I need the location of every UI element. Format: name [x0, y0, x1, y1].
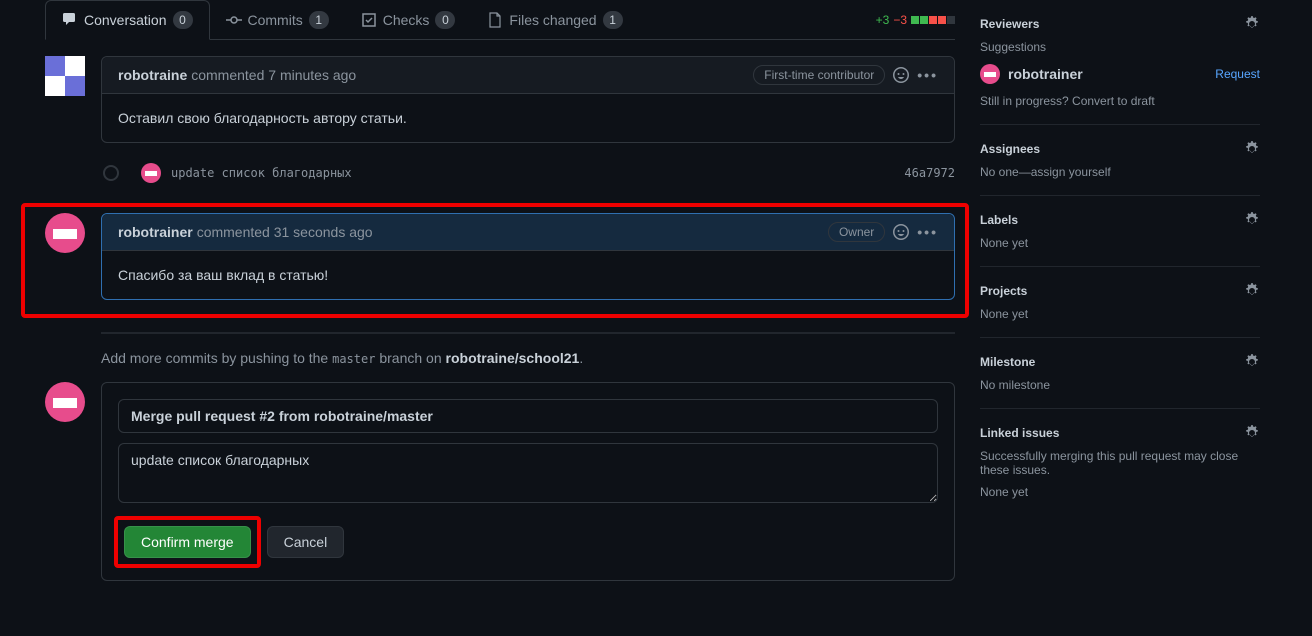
- commit-dot-icon: [103, 165, 119, 181]
- tab-label: Checks: [383, 12, 430, 28]
- avatar[interactable]: [45, 56, 85, 96]
- diff-additions: +3: [876, 13, 890, 27]
- sidebar-assignees: Assignees No one—assign yourself: [980, 125, 1260, 196]
- comment-body: Спасибо за ваш вклад в статью!: [102, 251, 954, 299]
- kebab-icon[interactable]: •••: [917, 224, 938, 240]
- commit-message[interactable]: update список благодарных: [171, 166, 894, 180]
- sidebar-milestone: Milestone No milestone: [980, 338, 1260, 409]
- sidebar-text: None yet: [980, 485, 1260, 499]
- request-review-link[interactable]: Request: [1215, 67, 1260, 81]
- sidebar-text: Successfully merging this pull request m…: [980, 449, 1260, 477]
- gear-icon[interactable]: [1244, 354, 1260, 370]
- sidebar-text: None yet: [980, 236, 1260, 250]
- comment-item: robotraine commented 7 minutes ago First…: [45, 56, 955, 143]
- avatar[interactable]: [45, 213, 85, 253]
- tab-conversation[interactable]: Conversation 0: [45, 0, 210, 40]
- emoji-icon[interactable]: [893, 67, 909, 83]
- sidebar-section-title: Reviewers: [980, 17, 1039, 31]
- sidebar-section-title: Assignees: [980, 142, 1040, 156]
- check-icon: [361, 12, 377, 28]
- comment-meta: commented 31 seconds ago: [197, 224, 373, 240]
- tab-counter: 1: [603, 11, 623, 29]
- sidebar-reviewers: Reviewers Suggestions robotrainer Reques…: [980, 0, 1260, 125]
- avatar[interactable]: [980, 64, 1000, 84]
- emoji-icon[interactable]: [893, 224, 909, 240]
- file-icon: [487, 12, 503, 28]
- avatar[interactable]: [45, 382, 85, 422]
- comment-author[interactable]: robotrainer: [118, 224, 193, 240]
- sidebar-section-title: Milestone: [980, 355, 1035, 369]
- gear-icon[interactable]: [1244, 141, 1260, 157]
- reviewer-name[interactable]: robotrainer: [1008, 66, 1083, 82]
- commit-sha[interactable]: 46a7972: [904, 166, 955, 180]
- sidebar-text: None yet: [980, 307, 1260, 321]
- confirm-merge-button[interactable]: Confirm merge: [124, 526, 251, 558]
- tab-counter: 1: [309, 11, 329, 29]
- commit-item: update список благодарных 46a7972: [103, 163, 955, 183]
- merge-title-input[interactable]: [118, 399, 938, 433]
- sidebar-projects: Projects None yet: [980, 267, 1260, 338]
- comment-item: robotrainer commented 31 seconds ago Own…: [45, 213, 955, 300]
- pr-tabs: Conversation 0 Commits 1 Checks 0 Files …: [45, 0, 955, 40]
- comment-body: Оставил свою благодарность автору статьи…: [102, 94, 954, 142]
- tab-files[interactable]: Files changed 1: [471, 1, 638, 39]
- conversation-icon: [62, 12, 78, 28]
- assign-yourself-link[interactable]: No one—assign yourself: [980, 165, 1260, 179]
- gear-icon[interactable]: [1244, 212, 1260, 228]
- merge-form: Confirm merge Cancel: [45, 382, 955, 581]
- cancel-button[interactable]: Cancel: [267, 526, 345, 558]
- sidebar-section-title: Linked issues: [980, 426, 1059, 440]
- sidebar-section-title: Projects: [980, 284, 1027, 298]
- diff-stat: +3 −3: [876, 13, 955, 27]
- diff-blocks: [911, 16, 955, 24]
- gear-icon[interactable]: [1244, 425, 1260, 441]
- tab-commits[interactable]: Commits 1: [210, 1, 345, 39]
- diff-deletions: −3: [893, 13, 907, 27]
- owner-badge: Owner: [828, 222, 885, 242]
- suggestions-label: Suggestions: [980, 40, 1260, 54]
- merge-desc-textarea[interactable]: [118, 443, 938, 503]
- tab-label: Commits: [248, 12, 303, 28]
- convert-draft-link[interactable]: Still in progress? Convert to draft: [980, 94, 1260, 108]
- tab-label: Files changed: [509, 12, 596, 28]
- tab-label: Conversation: [84, 12, 167, 28]
- gear-icon[interactable]: [1244, 283, 1260, 299]
- tab-counter: 0: [435, 11, 455, 29]
- commit-icon: [226, 12, 242, 28]
- sidebar-linked-issues: Linked issues Successfully merging this …: [980, 409, 1260, 515]
- avatar[interactable]: [141, 163, 161, 183]
- sidebar-section-title: Labels: [980, 213, 1018, 227]
- gear-icon[interactable]: [1244, 16, 1260, 32]
- kebab-icon[interactable]: •••: [917, 67, 938, 83]
- sidebar-labels: Labels None yet: [980, 196, 1260, 267]
- tab-counter: 0: [173, 11, 193, 29]
- comment-meta: commented 7 minutes ago: [191, 67, 356, 83]
- comment-author[interactable]: robotraine: [118, 67, 187, 83]
- contributor-badge: First-time contributor: [753, 65, 885, 85]
- push-hint: Add more commits by pushing to the maste…: [101, 332, 955, 366]
- tab-checks[interactable]: Checks 0: [345, 1, 472, 39]
- sidebar-text: No milestone: [980, 378, 1260, 392]
